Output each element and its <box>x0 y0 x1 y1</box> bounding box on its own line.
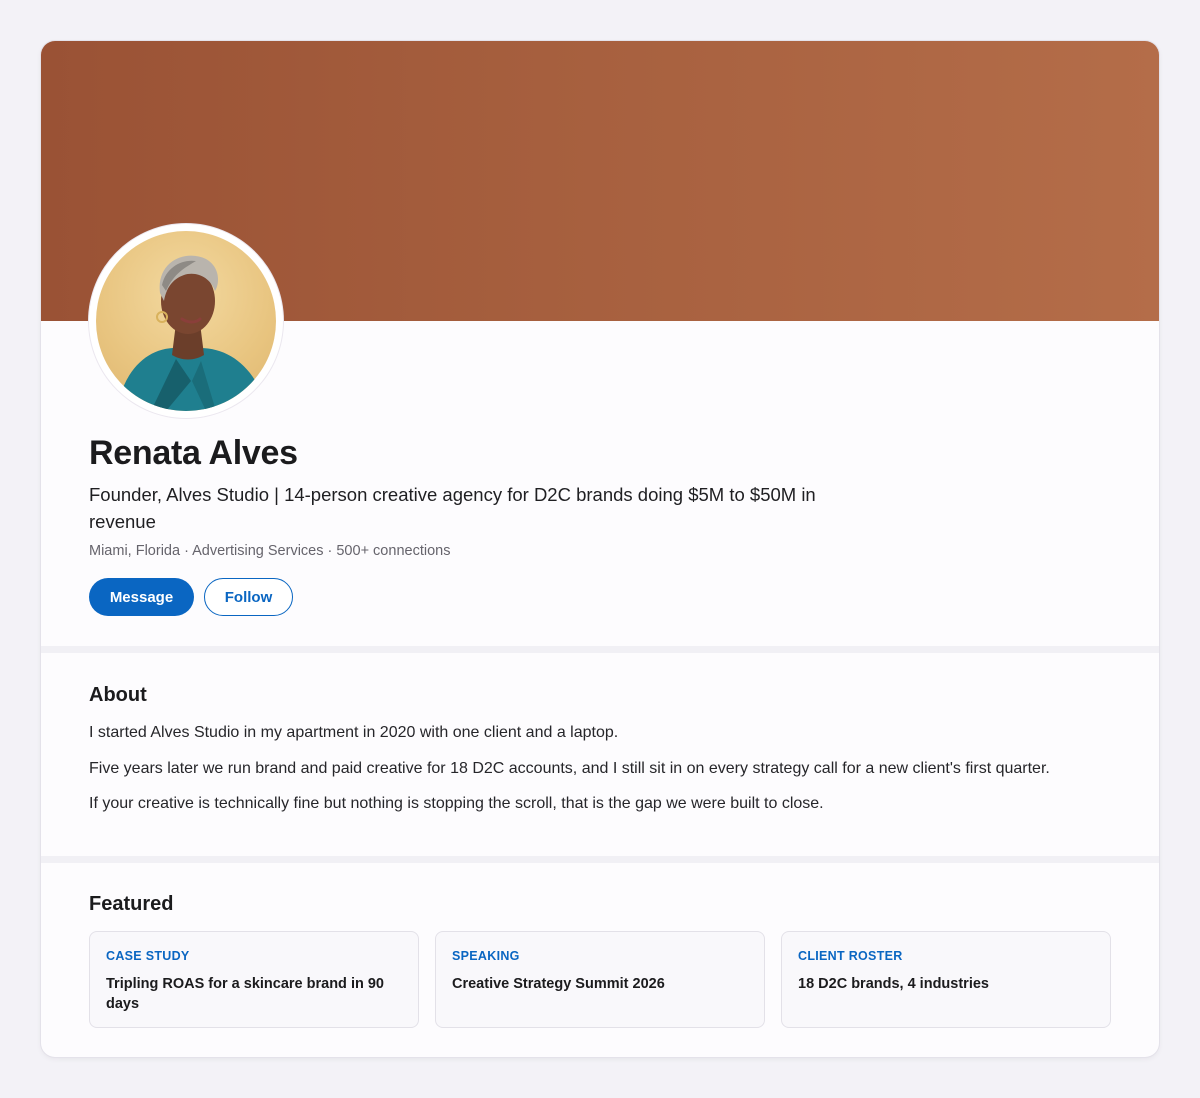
featured-card-client-roster[interactable]: CLIENT ROSTER 18 D2C brands, 4 industrie… <box>781 931 1111 1028</box>
featured-card-speaking[interactable]: SPEAKING Creative Strategy Summit 2026 <box>435 931 765 1028</box>
about-paragraph: I started Alves Studio in my apartment i… <box>89 724 619 741</box>
profile-meta: Miami, Florida · Advertising Services · … <box>89 543 451 559</box>
profile-card: Renata Alves Founder, Alves Studio | 14-… <box>41 41 1159 1057</box>
avatar[interactable] <box>89 224 283 418</box>
featured-card-case-study[interactable]: CASE STUDY Tripling ROAS for a skincare … <box>89 931 419 1028</box>
featured-tag: CASE STUDY <box>106 949 190 963</box>
profile-photo-icon <box>96 231 276 411</box>
about-paragraph: Five years later we run brand and paid c… <box>89 760 1050 777</box>
profile-name: Renata Alves <box>89 434 298 472</box>
section-divider <box>41 856 1159 863</box>
featured-card-title: Tripling ROAS for a skincare brand in 90… <box>106 976 384 1012</box>
about-paragraph: If your creative is technically fine but… <box>89 795 824 812</box>
featured-tag: SPEAKING <box>452 949 520 963</box>
featured-card-title: 18 D2C brands, 4 industries <box>798 976 989 992</box>
follow-button[interactable]: Follow <box>204 578 293 616</box>
featured-tag: CLIENT ROSTER <box>798 949 903 963</box>
featured-title: Featured <box>89 893 174 915</box>
profile-headline: Founder, Alves Studio | 14-person creati… <box>89 484 816 532</box>
section-divider <box>41 646 1159 653</box>
about-title: About <box>89 684 147 706</box>
message-button[interactable]: Message <box>89 578 194 616</box>
featured-card-title: Creative Strategy Summit 2026 <box>452 976 665 992</box>
